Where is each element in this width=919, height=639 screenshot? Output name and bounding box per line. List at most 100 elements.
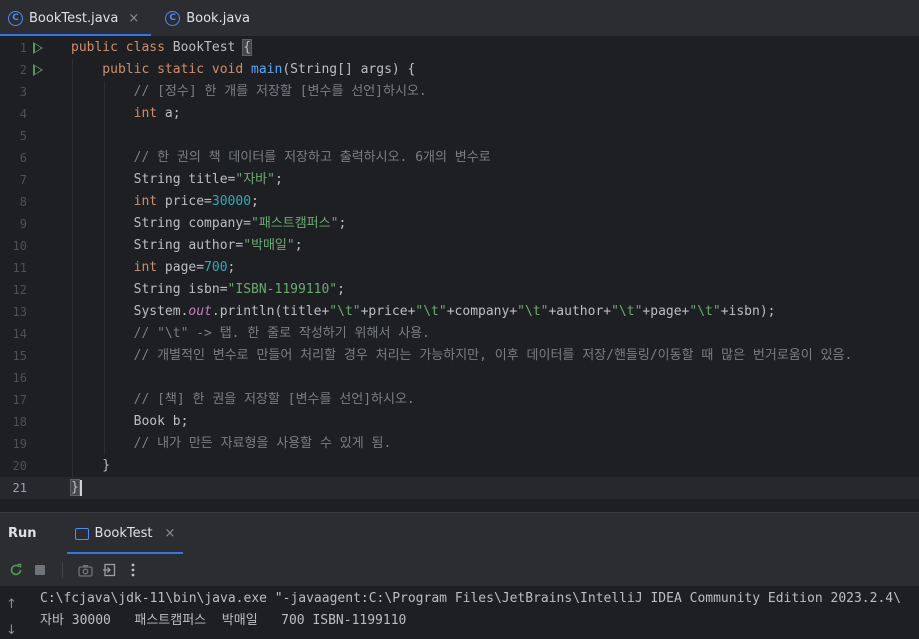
line-number: 2 (19, 63, 27, 77)
code-token: // 한 권의 책 데이터를 저장하고 출력하시오. 6개의 변수로 (71, 150, 491, 165)
code-line[interactable]: 21} (0, 477, 919, 499)
camera-icon[interactable] (77, 562, 93, 578)
code-token: "박매일" (243, 238, 295, 253)
code-text: String title="자바"; (71, 169, 283, 191)
editor-tab-label: Book.java (186, 10, 250, 26)
line-number: 1 (19, 41, 27, 55)
code-line[interactable]: 8 int price=30000; (0, 191, 919, 213)
code-line[interactable]: 11 int page=700; (0, 257, 919, 279)
run-tab-booktest[interactable]: BookTest × (66, 513, 184, 554)
editor-tab-0[interactable]: C BookTest.java × (0, 0, 152, 36)
code-token: // 내가 만든 자료형을 사용할 수 있게 됨. (71, 436, 392, 451)
run-tab-label: BookTest (94, 526, 153, 541)
code-token: (String[] args) { (282, 62, 416, 77)
code-token: public static void (71, 62, 252, 77)
code-line[interactable]: 2 public static void main(String[] args)… (0, 59, 919, 81)
code-editor[interactable]: 1 public class BookTest {2 public static … (0, 37, 919, 510)
console-line: 자바 30000 패스트캠퍼스 박매일 700 ISBN-1199110 (40, 613, 407, 628)
code-token: main (251, 62, 283, 77)
scroll-up-icon[interactable]: ↑ (6, 597, 17, 612)
code-text: // [정수] 한 개를 저장할 [변수를 선언]하시오. (71, 81, 427, 103)
close-icon[interactable]: × (128, 11, 139, 26)
run-gutter-icon[interactable] (33, 42, 43, 54)
console-line: C:\fcjava\jdk-11\bin\java.exe "-javaagen… (40, 591, 901, 606)
line-number: 21 (12, 481, 27, 495)
close-icon[interactable]: × (165, 526, 176, 541)
code-line[interactable]: 17 // [책] 한 권을 저장할 [변수를 선언]하시오. (0, 389, 919, 411)
toolbar-separator (62, 562, 63, 578)
run-gutter-icon[interactable] (33, 64, 43, 76)
code-token: "\t" (689, 304, 721, 319)
code-token: public class (71, 40, 173, 55)
line-number: 12 (12, 283, 27, 297)
code-token: // "\t" -> 탭. 한 줄로 작성하기 위해서 사용. (71, 326, 430, 341)
code-token: // 개별적인 변수로 만들어 처리할 경우 처리는 가능하지만, 이후 데이터… (71, 348, 853, 363)
code-line[interactable]: 18 Book b; (0, 411, 919, 433)
code-text: System.out.println(title+"\t"+price+"\t"… (71, 301, 776, 323)
code-line[interactable]: 15 // 개별적인 변수로 만들어 처리할 경우 처리는 가능하지만, 이후 … (0, 345, 919, 367)
code-text: String isbn="ISBN-1199110"; (71, 279, 345, 301)
line-number: 7 (19, 173, 27, 187)
code-token: BookTest (172, 40, 244, 55)
line-number: 16 (12, 371, 27, 385)
code-line[interactable]: 14 // "\t" -> 탭. 한 줄로 작성하기 위해서 사용. (0, 323, 919, 345)
code-text: } (71, 455, 110, 477)
code-line[interactable]: 5 (0, 125, 919, 147)
code-token: +price+ (360, 304, 416, 319)
code-token: // [정수] 한 개를 저장할 [변수를 선언]하시오. (71, 84, 427, 99)
code-token: int (71, 260, 165, 275)
code-token: String company= (71, 216, 252, 231)
code-text: } (70, 477, 82, 499)
stop-icon[interactable] (32, 562, 48, 578)
code-token: System. (71, 304, 189, 319)
editor-tab-bar: C BookTest.java × C Book.java (0, 0, 919, 37)
exit-icon[interactable] (101, 562, 117, 578)
code-line[interactable]: 16 (0, 367, 919, 389)
line-number: 4 (19, 107, 27, 121)
code-token: a; (164, 106, 181, 121)
code-text: int price=30000; (71, 191, 259, 213)
code-line[interactable]: 12 String isbn="ISBN-1199110"; (0, 279, 919, 301)
code-line[interactable]: 9 String company="패스트캠퍼스"; (0, 213, 919, 235)
line-number: 18 (12, 415, 27, 429)
code-token: ; (227, 260, 236, 275)
rerun-icon[interactable] (8, 562, 24, 578)
code-token: .println(title+ (211, 304, 330, 319)
code-text: // 한 권의 책 데이터를 저장하고 출력하시오. 6개의 변수로 (71, 147, 491, 169)
code-token: String title= (71, 172, 236, 187)
code-token: "\t" (329, 304, 361, 319)
editor-tab-1[interactable]: C Book.java (151, 0, 262, 36)
code-line[interactable]: 1 public class BookTest { (0, 37, 919, 59)
code-token: String author= (71, 238, 244, 253)
code-line[interactable]: 10 String author="박매일"; (0, 235, 919, 257)
code-token: Book b; (71, 414, 189, 429)
code-line[interactable]: 19 // 내가 만든 자료형을 사용할 수 있게 됨. (0, 433, 919, 455)
code-text: // 내가 만든 자료형을 사용할 수 있게 됨. (71, 433, 392, 455)
code-token: ; (294, 238, 303, 253)
code-line[interactable]: 13 System.out.println(title+"\t"+price+"… (0, 301, 919, 323)
line-number: 8 (19, 195, 27, 209)
code-line[interactable]: 7 String title="자바"; (0, 169, 919, 191)
code-token: "ISBN-1199110" (227, 282, 338, 297)
code-token: +isbn); (720, 304, 776, 319)
code-text: public static void main(String[] args) { (71, 59, 415, 81)
console-output[interactable]: ↑ ↓ C:\fcjava\jdk-11\bin\java.exe "-java… (0, 587, 919, 639)
code-line[interactable]: 3 // [정수] 한 개를 저장할 [변수를 선언]하시오. (0, 81, 919, 103)
code-line[interactable]: 20 } (0, 455, 919, 477)
code-token: +author+ (548, 304, 612, 319)
code-line[interactable]: 4 int a; (0, 103, 919, 125)
class-icon: C (8, 10, 23, 26)
code-text: String company="패스트캠퍼스"; (71, 213, 347, 235)
more-icon[interactable] (125, 562, 141, 578)
code-token: { (242, 39, 253, 56)
scroll-down-icon[interactable]: ↓ (6, 623, 17, 638)
code-text: public class BookTest { (71, 37, 253, 59)
code-token: ; (337, 282, 345, 297)
code-line[interactable]: 6 // 한 권의 책 데이터를 저장하고 출력하시오. 6개의 변수로 (0, 147, 919, 169)
line-number: 9 (19, 217, 27, 231)
code-token: out (188, 304, 212, 319)
code-token: +page+ (642, 304, 690, 319)
line-number: 20 (12, 459, 27, 473)
code-token: ; (274, 172, 283, 187)
code-text: String author="박매일"; (71, 235, 303, 257)
